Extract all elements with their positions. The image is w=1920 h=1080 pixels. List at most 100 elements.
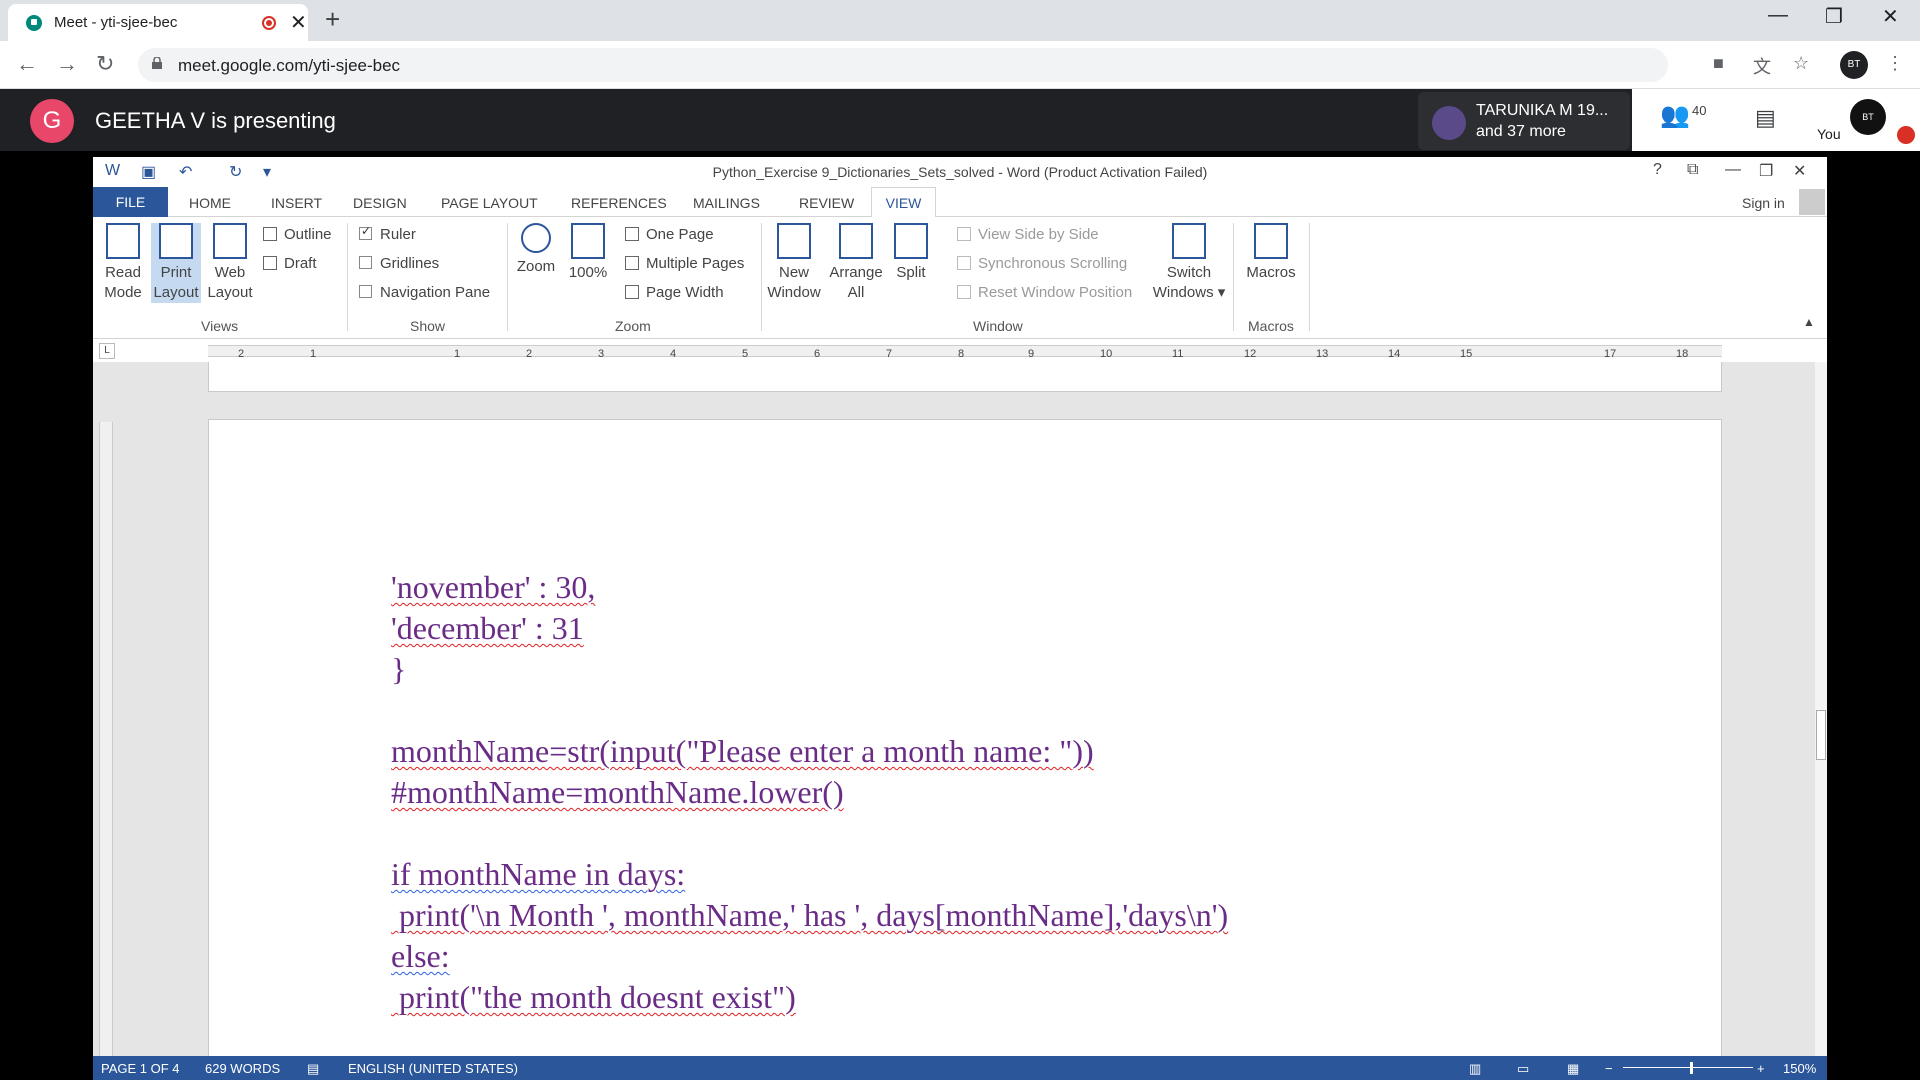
code-line: 'november' : 30, xyxy=(391,569,596,605)
ribbon-separator xyxy=(761,223,762,331)
ruler-track[interactable]: 2 1 1 2 3 4 5 6 7 8 9 10 11 12 13 14 15 … xyxy=(208,345,1722,360)
one-page-button[interactable]: One Page xyxy=(625,226,714,243)
camera-icon[interactable]: ■ xyxy=(1713,53,1724,74)
zoom-slider-handle[interactable] xyxy=(1690,1062,1693,1074)
people-icon[interactable]: 👥 xyxy=(1660,101,1690,130)
browser-toolbar: ← → ↻ meet.google.com/yti-sjee-bec ■ 文 ☆… xyxy=(0,41,1920,89)
document-page[interactable]: 'november' : 30, 'december' : 31 } month… xyxy=(208,419,1722,1062)
read-mode-button[interactable]: Read Mode xyxy=(101,223,145,303)
macros-button[interactable]: Macros xyxy=(1239,223,1303,283)
help-icon[interactable]: ? xyxy=(1653,161,1662,179)
ruler-number: 7 xyxy=(886,348,893,360)
tab-page-layout[interactable]: PAGE LAYOUT xyxy=(441,195,538,211)
zoom-100-button[interactable]: 100% xyxy=(565,223,611,283)
gridlines-checkbox[interactable]: Gridlines xyxy=(359,255,439,272)
bookmark-star-icon[interactable]: ☆ xyxy=(1793,53,1809,74)
meet-header: G GEETHA V is presenting TARUNIKA M 19..… xyxy=(0,89,1920,151)
collapse-ribbon-icon[interactable]: ▲ xyxy=(1803,315,1815,329)
switch-windows-button[interactable]: Switch Windows ▾ xyxy=(1151,223,1227,303)
chat-icon[interactable]: ▤ xyxy=(1755,105,1776,131)
more-menu-icon[interactable]: ⋮ xyxy=(1886,53,1904,74)
ruler-number: 4 xyxy=(670,348,677,360)
magnifier-icon xyxy=(521,223,551,253)
multiple-pages-button[interactable]: Multiple Pages xyxy=(625,255,744,272)
read-mode-view-icon[interactable]: ▥ xyxy=(1469,1061,1481,1077)
word-minimize-icon[interactable]: — xyxy=(1725,161,1741,179)
macros-group-label: Macros xyxy=(1248,318,1294,334)
ribbon-display-icon[interactable]: ⧉ xyxy=(1687,161,1698,179)
close-window-icon[interactable]: ✕ xyxy=(1882,4,1899,29)
print-layout-button[interactable]: Print Layout xyxy=(151,223,201,303)
side-by-side-icon xyxy=(957,227,971,241)
zoom-out-icon[interactable]: − xyxy=(1605,1061,1613,1076)
web-layout-view-icon[interactable]: ▦ xyxy=(1567,1061,1579,1077)
language-indicator[interactable]: ENGLISH (UNITED STATES) xyxy=(348,1061,518,1076)
page-count[interactable]: PAGE 1 OF 4 xyxy=(101,1061,180,1076)
close-tab-icon[interactable]: ✕ xyxy=(290,10,307,35)
tab-view[interactable]: VIEW xyxy=(871,187,936,218)
tab-selector[interactable]: L xyxy=(99,343,115,359)
split-button[interactable]: Split xyxy=(889,223,933,283)
gridlines-check-icon xyxy=(359,256,372,269)
outline-button[interactable]: Outline xyxy=(263,226,332,243)
zoom-group-label: Zoom xyxy=(615,318,651,334)
ruler-number: 10 xyxy=(1100,348,1113,360)
code-line: print('\n Month ', monthName,' has ', da… xyxy=(391,897,1229,933)
presenting-label: GEETHA V is presenting xyxy=(95,108,336,133)
zoom-level[interactable]: 150% xyxy=(1783,1061,1816,1076)
proofing-icon[interactable]: ▤ xyxy=(307,1061,319,1077)
show-group-label: Show xyxy=(410,318,446,334)
document-title: Python_Exercise 9_Dictionaries_Sets_solv… xyxy=(712,164,1208,180)
word-count[interactable]: 629 WORDS xyxy=(205,1061,280,1076)
zoom-in-icon[interactable]: + xyxy=(1757,1061,1765,1076)
scrollbar-thumb[interactable] xyxy=(1816,710,1826,760)
zoom-button[interactable]: Zoom xyxy=(513,223,559,277)
vertical-scrollbar[interactable] xyxy=(1815,362,1827,1062)
ruler-number: 13 xyxy=(1316,348,1329,360)
web-layout-icon xyxy=(213,223,247,259)
multiple-pages-icon xyxy=(625,256,639,270)
tab-design[interactable]: DESIGN xyxy=(353,195,407,211)
sign-in-link[interactable]: Sign in xyxy=(1742,195,1785,211)
switch-windows-icon xyxy=(1172,223,1206,259)
ruler-number: 5 xyxy=(742,348,749,360)
tab-mailings[interactable]: MAILINGS xyxy=(693,195,760,211)
new-window-button[interactable]: New Window xyxy=(765,223,823,303)
print-layout-view-icon[interactable]: ▭ xyxy=(1517,1061,1529,1077)
ruler-number: 9 xyxy=(1028,348,1035,360)
ribbon-separator xyxy=(507,223,508,331)
tab-home[interactable]: HOME xyxy=(189,195,231,211)
you-label: You xyxy=(1817,126,1841,142)
draft-button[interactable]: Draft xyxy=(263,255,317,272)
ruler-checkbox[interactable]: Ruler xyxy=(359,224,416,243)
tab-file[interactable]: FILE xyxy=(93,187,168,217)
tab-references[interactable]: REFERENCES xyxy=(571,195,667,211)
presenter-avatar: G xyxy=(30,99,74,143)
ribbon-separator xyxy=(347,223,348,331)
participant-tile[interactable]: TARUNIKA M 19... and 37 more xyxy=(1418,92,1630,150)
translate-icon[interactable]: 文 xyxy=(1753,53,1771,79)
new-tab-button[interactable]: + xyxy=(325,4,340,35)
code-line: monthName=str(input("Please enter a mont… xyxy=(391,733,1094,769)
restore-icon[interactable]: ❐ xyxy=(1825,4,1843,29)
reload-icon[interactable]: ↻ xyxy=(96,51,114,77)
tab-insert[interactable]: INSERT xyxy=(271,195,322,211)
word-close-icon[interactable]: ✕ xyxy=(1793,161,1806,181)
navigation-pane-checkbox[interactable]: Navigation Pane xyxy=(359,284,490,301)
forward-icon[interactable]: → xyxy=(56,51,78,77)
zoom-slider[interactable] xyxy=(1623,1067,1753,1068)
word-window: W ▣ ↶ ↻ ▾ Python_Exercise 9_Dictionaries… xyxy=(93,157,1827,1080)
arrange-all-button[interactable]: Arrange All xyxy=(827,223,885,303)
address-bar[interactable]: meet.google.com/yti-sjee-bec xyxy=(138,48,1668,82)
back-icon[interactable]: ← xyxy=(16,51,38,77)
code-line: 'december' : 31 xyxy=(391,610,584,646)
browser-tab[interactable]: Meet - yti-sjee-bec ✕ xyxy=(8,4,308,41)
sync-scroll-icon xyxy=(957,256,971,270)
page-width-button[interactable]: Page Width xyxy=(625,284,724,301)
profile-avatar[interactable]: BT xyxy=(1840,51,1868,79)
web-layout-button[interactable]: Web Layout xyxy=(205,223,255,303)
word-restore-icon[interactable]: ❐ xyxy=(1759,161,1773,181)
vertical-ruler xyxy=(99,422,113,1062)
tab-review[interactable]: REVIEW xyxy=(799,195,854,211)
minimize-icon[interactable]: — xyxy=(1768,4,1788,27)
